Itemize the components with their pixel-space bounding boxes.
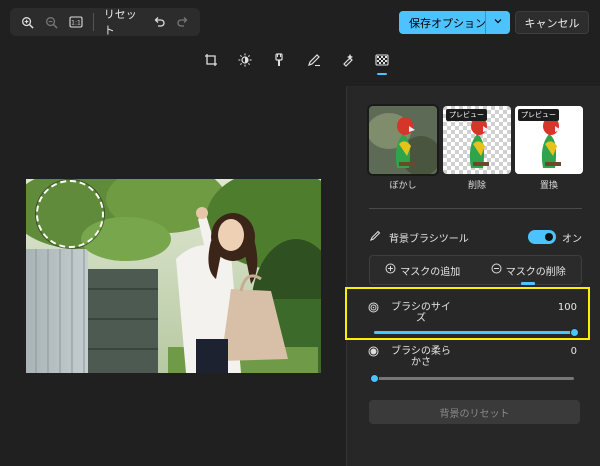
preview-badge: プレビュー: [446, 109, 487, 121]
actual-size-icon[interactable]: 1:1: [65, 11, 87, 33]
toolbar-divider: [92, 13, 94, 31]
brush-softness-value: 0: [570, 346, 577, 357]
brush-cursor: [36, 180, 104, 248]
parrot-blur-image: [369, 106, 437, 174]
background-icon[interactable]: [370, 49, 394, 75]
thumb-label-remove: 削除: [467, 181, 486, 191]
brush-softness-control: ブラシの柔らかさ 0: [368, 346, 583, 383]
markup-icon[interactable]: [302, 49, 326, 71]
remove-icon[interactable]: [336, 49, 360, 71]
brightness-icon[interactable]: [233, 49, 257, 71]
filter-icon[interactable]: [267, 49, 291, 71]
remove-thumbnail[interactable]: プレビュー: [443, 106, 511, 174]
minus-circle-icon: [491, 263, 502, 277]
edit-tool-tabs: [199, 49, 394, 75]
thumb-label-blur: ぼかし: [389, 181, 417, 191]
brush-tool-toggle[interactable]: [528, 230, 556, 244]
thumb-label-replace: 置換: [539, 181, 558, 191]
brush-tool-row: 背景ブラシツール オン: [369, 228, 582, 246]
save-options-label: 保存オプション: [409, 16, 486, 30]
brush-size-highlight: [345, 287, 590, 340]
cancel-button[interactable]: キャンセル: [515, 11, 589, 34]
mask-add-tab[interactable]: マスクの追加: [370, 256, 476, 284]
mask-mode-selector: マスクの追加 マスクの削除: [369, 255, 582, 285]
brush-tool-state: オン: [562, 233, 582, 245]
preview-badge: プレビュー: [518, 109, 559, 121]
brush-icon: [369, 230, 381, 245]
zoom-out-icon[interactable]: [40, 11, 62, 33]
brush-softness-label: ブラシの柔らかさ: [391, 346, 451, 368]
mask-add-label: マスクの追加: [400, 266, 461, 278]
chevron-down-icon[interactable]: [492, 15, 504, 30]
svg-text:1:1: 1:1: [71, 20, 81, 27]
save-split-divider: [485, 11, 486, 34]
top-toolbar: 1:1 リセット: [10, 6, 200, 38]
brush-tool-label: 背景ブラシツール: [389, 233, 469, 245]
reset-button[interactable]: リセット: [100, 6, 146, 38]
mask-remove-label: マスクの削除: [505, 266, 566, 278]
zoom-in-icon[interactable]: [16, 11, 38, 33]
mask-remove-tab[interactable]: マスクの削除: [476, 256, 582, 285]
brush-softness-slider[interactable]: [370, 374, 574, 383]
brush-softness-knob[interactable]: [370, 374, 379, 383]
undo-icon[interactable]: [147, 11, 169, 33]
panel-divider: [369, 208, 582, 209]
replace-thumbnail[interactable]: プレビュー: [515, 106, 583, 174]
plus-circle-icon: [385, 263, 396, 277]
crop-icon[interactable]: [199, 49, 223, 71]
redo-icon[interactable]: [172, 11, 194, 33]
blur-thumbnail[interactable]: [367, 104, 439, 176]
reset-background-button[interactable]: 背景のリセット: [369, 400, 580, 424]
brush-softness-icon: [368, 346, 379, 360]
save-options-button[interactable]: 保存オプション: [399, 11, 510, 34]
